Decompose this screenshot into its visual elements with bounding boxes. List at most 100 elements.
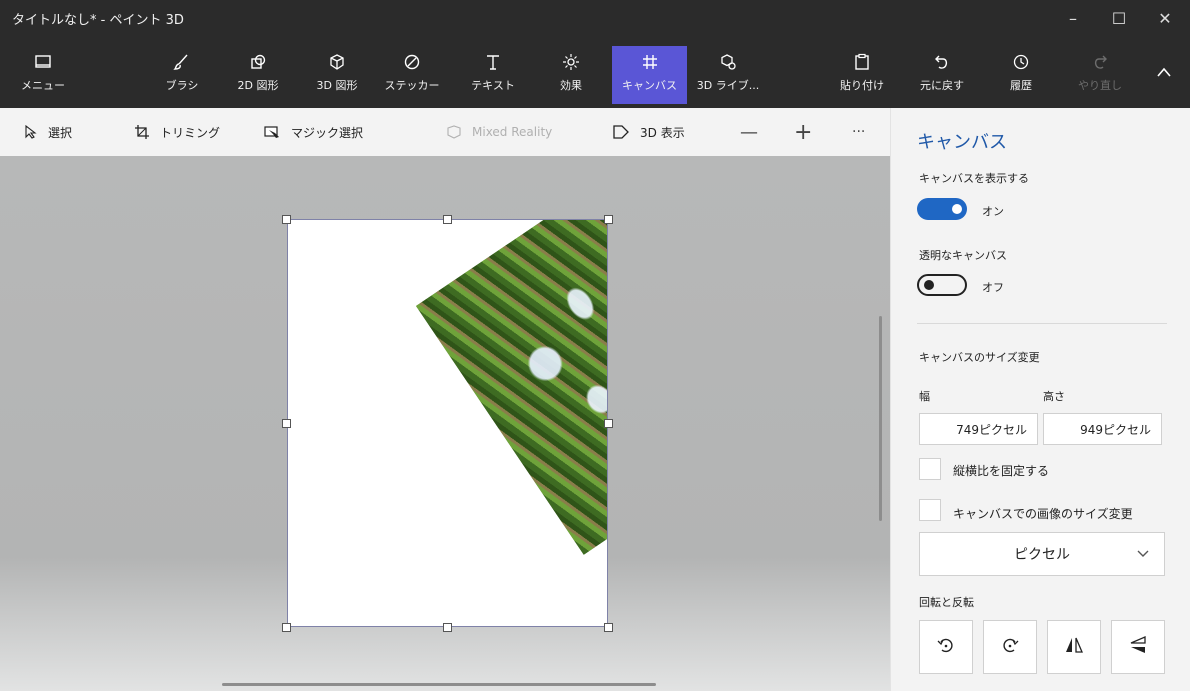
minimize-button[interactable]: –: [1050, 0, 1096, 36]
menu-label: メニュー: [21, 79, 65, 92]
zoom-out-button[interactable]: —: [740, 108, 758, 156]
tab-effects[interactable]: 効果: [546, 50, 596, 104]
crop-label: トリミング: [160, 125, 221, 140]
flip-horizontal-button[interactable]: [1047, 620, 1101, 674]
resize-handle-top[interactable]: [443, 215, 452, 224]
mixed-reality-label: Mixed Reality: [472, 125, 553, 139]
toggle-knob: [924, 280, 934, 290]
vertical-scrollbar[interactable]: [879, 316, 882, 521]
transparent-canvas-label: 透明なキャンバス: [919, 249, 1007, 262]
lock-aspect-checkbox[interactable]: [919, 458, 941, 480]
maximize-button[interactable]: ☐: [1096, 0, 1142, 36]
rotate-left-button[interactable]: [919, 620, 973, 674]
clipboard-icon: [853, 50, 871, 74]
horizontal-scrollbar[interactable]: [222, 683, 656, 686]
transparent-canvas-toggle[interactable]: [917, 274, 967, 296]
canvas-panel: キャンバス キャンバスを表示する オン 透明なキャンバス オフ キャンバスのサイ…: [890, 108, 1190, 691]
flip-horizontal-icon: [1064, 635, 1084, 659]
select-tool[interactable]: 選択: [24, 108, 72, 156]
transparent-canvas-state: オフ: [982, 281, 1004, 294]
height-field[interactable]: 949ピクセル: [1043, 413, 1162, 445]
undo-icon: [933, 50, 951, 74]
flower-photo[interactable]: [416, 220, 607, 555]
select-arrow-icon: [24, 125, 38, 139]
tab-stickers[interactable]: ステッカー: [384, 50, 440, 104]
crop-icon: [134, 124, 150, 140]
flip-vertical-button[interactable]: [1111, 620, 1165, 674]
flip-vertical-icon: [1128, 635, 1148, 659]
canvas-stage[interactable]: [0, 156, 890, 691]
history-label: 履歴: [1010, 79, 1032, 92]
toggle-knob: [952, 204, 962, 214]
brush-label: ブラシ: [165, 79, 199, 92]
unit-select-value: ピクセル: [1014, 547, 1070, 563]
magic-select-tool[interactable]: マジック選択: [264, 108, 363, 156]
text-icon: [484, 50, 502, 74]
resize-handle-right[interactable]: [604, 419, 613, 428]
canvas-hash-icon: [641, 50, 659, 74]
tab-3d-library[interactable]: 3D ライブ...: [694, 50, 762, 104]
redo-button[interactable]: やり直し: [1072, 50, 1128, 104]
mixed-reality-icon: [446, 125, 462, 139]
view-3d-label: 3D 表示: [640, 125, 685, 140]
collapse-ribbon-button[interactable]: [1148, 60, 1180, 114]
window-title: タイトルなし* - ペイント 3D: [12, 13, 184, 28]
resize-handle-bottom-left[interactable]: [282, 623, 291, 632]
resize-image-checkbox[interactable]: [919, 499, 941, 521]
history-button[interactable]: 履歴: [996, 50, 1046, 104]
menu-icon: [34, 50, 52, 74]
resize-image-label: キャンバスでの画像のサイズ変更: [953, 507, 1133, 521]
paste-button[interactable]: 貼り付け: [836, 50, 888, 104]
sticker-icon: [403, 50, 421, 74]
rotate-right-icon: [1000, 635, 1020, 659]
library-3d-label: 3D ライブ...: [696, 79, 760, 92]
select-label: 選択: [48, 125, 73, 140]
brush-icon: [173, 50, 191, 74]
effects-label: 効果: [560, 79, 582, 92]
close-button[interactable]: ✕: [1142, 0, 1188, 36]
undo-button[interactable]: 元に戻す: [914, 50, 970, 104]
cube-icon: [328, 50, 346, 74]
resize-handle-top-left[interactable]: [282, 215, 291, 224]
crop-tool[interactable]: トリミング: [134, 108, 220, 156]
resize-handle-left[interactable]: [282, 419, 291, 428]
redo-icon: [1091, 50, 1109, 74]
tab-3d-shapes[interactable]: 3D 図形: [308, 50, 366, 104]
title-and-ribbon: タイトルなし* - ペイント 3D – ☐ ✕ メニュー ブラシ 2D 図形 3…: [0, 0, 1190, 108]
view-3d-tool[interactable]: 3D 表示: [612, 108, 685, 156]
paste-label: 貼り付け: [840, 79, 884, 92]
menu-button[interactable]: メニュー: [14, 50, 72, 104]
width-field[interactable]: 749ピクセル: [919, 413, 1038, 445]
resize-handle-top-right[interactable]: [604, 215, 613, 224]
resize-handle-bottom[interactable]: [443, 623, 452, 632]
chevron-up-icon: [1156, 60, 1172, 84]
tab-canvas[interactable]: キャンバス: [612, 46, 687, 104]
unit-select[interactable]: ピクセル: [919, 532, 1165, 576]
show-canvas-state: オン: [982, 205, 1004, 218]
undo-label: 元に戻す: [920, 79, 964, 92]
tab-text[interactable]: テキスト: [468, 50, 518, 104]
resize-handle-bottom-right[interactable]: [604, 623, 613, 632]
view-3d-icon: [612, 125, 630, 139]
stickers-label: ステッカー: [384, 79, 440, 92]
zoom-in-button[interactable]: +: [794, 108, 812, 156]
show-canvas-toggle[interactable]: [917, 198, 967, 220]
lock-aspect-label: 縦横比を固定する: [953, 464, 1050, 478]
show-canvas-label: キャンバスを表示する: [919, 172, 1029, 185]
mixed-reality-tool[interactable]: Mixed Reality: [446, 108, 552, 156]
rotate-right-button[interactable]: [983, 620, 1037, 674]
rotate-flip-label: 回転と反転: [919, 596, 974, 609]
rotate-left-icon: [936, 635, 956, 659]
redo-label: やり直し: [1078, 79, 1122, 92]
sun-icon: [562, 50, 580, 74]
canvas-paper[interactable]: [287, 219, 608, 627]
width-label: 幅: [919, 390, 930, 403]
resize-canvas-label: キャンバスのサイズ変更: [919, 351, 1040, 364]
chevron-down-icon: [1136, 547, 1150, 563]
canvas-label: キャンバス: [622, 79, 677, 92]
panel-title: キャンバス: [917, 132, 1007, 153]
height-label: 高さ: [1043, 390, 1065, 403]
more-options-button[interactable]: ···: [852, 108, 865, 156]
tab-2d-shapes[interactable]: 2D 図形: [230, 50, 286, 104]
tab-brush[interactable]: ブラシ: [158, 50, 206, 104]
